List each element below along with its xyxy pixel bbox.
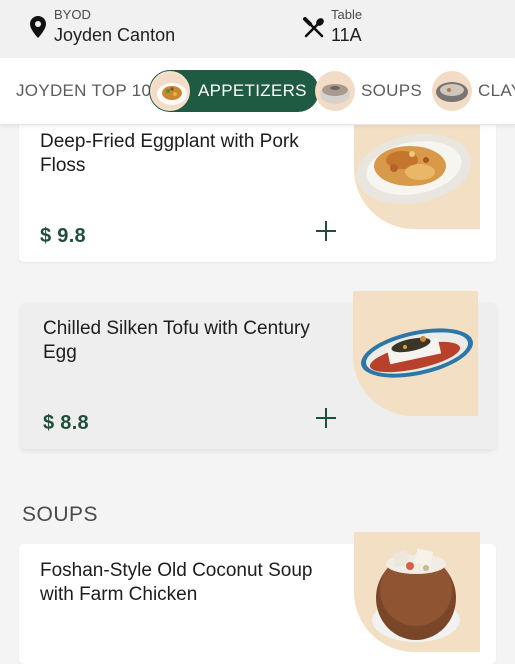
add-to-cart-icon[interactable]: [315, 220, 337, 242]
table-number: 11A: [331, 25, 362, 45]
table-info: Table 11A: [331, 7, 362, 47]
tab-label: JOYDEN TOP 10: [16, 81, 152, 100]
utensils-icon: [303, 17, 324, 38]
claypot-thumbnail-icon: [432, 71, 472, 111]
category-tab-bar[interactable]: JOYDEN TOP 10 APPETIZERS SOUPS CLA: [0, 58, 515, 125]
soup-pot-thumbnail-icon: [315, 71, 355, 111]
restaurant-info[interactable]: BYOD Joyden Canton: [54, 7, 175, 47]
tab-joyden-top-10[interactable]: JOYDEN TOP 10: [16, 70, 151, 112]
tab-soups[interactable]: SOUPS: [315, 70, 422, 112]
dish-price: $ 8.8: [43, 412, 89, 434]
restaurant-name: Joyden Canton: [54, 25, 176, 45]
table-label: Table: [331, 7, 363, 22]
location-label: BYOD: [54, 7, 91, 22]
dish-name: Deep-Fried Eggplant with Pork Floss: [40, 131, 299, 176]
location-pin-icon: [30, 16, 46, 38]
tab-claypot[interactable]: CLAY: [432, 70, 515, 112]
dish-name: Chilled Silken Tofu with Century Egg: [43, 318, 310, 363]
tab-label: SOUPS: [361, 81, 423, 100]
section-title-soups: SOUPS: [22, 503, 99, 526]
tab-appetizers[interactable]: APPETIZERS: [149, 70, 319, 112]
add-to-cart-icon[interactable]: [315, 407, 337, 429]
silken-tofu-photo: [353, 291, 478, 416]
menu-item-card[interactable]: Foshan-Style Old Coconut Soup with Farm …: [19, 532, 496, 664]
menu-item-card[interactable]: Deep-Fried Eggplant with Pork Floss $ 9.…: [19, 104, 496, 262]
coconut-soup-photo: [354, 532, 480, 652]
tab-label: CLAY: [478, 81, 515, 100]
fried-eggplant-photo: [354, 124, 480, 229]
dish-name: Foshan-Style Old Coconut Soup with Farm …: [40, 560, 313, 605]
menu-item-card[interactable]: Chilled Silken Tofu with Century Egg $ 8…: [21, 291, 496, 449]
app-header: BYOD Joyden Canton Table 11A: [0, 0, 515, 58]
tab-label: APPETIZERS: [198, 81, 307, 100]
dish-price: $ 9.8: [40, 225, 86, 247]
appetizer-dish-thumbnail-icon: [150, 71, 190, 111]
